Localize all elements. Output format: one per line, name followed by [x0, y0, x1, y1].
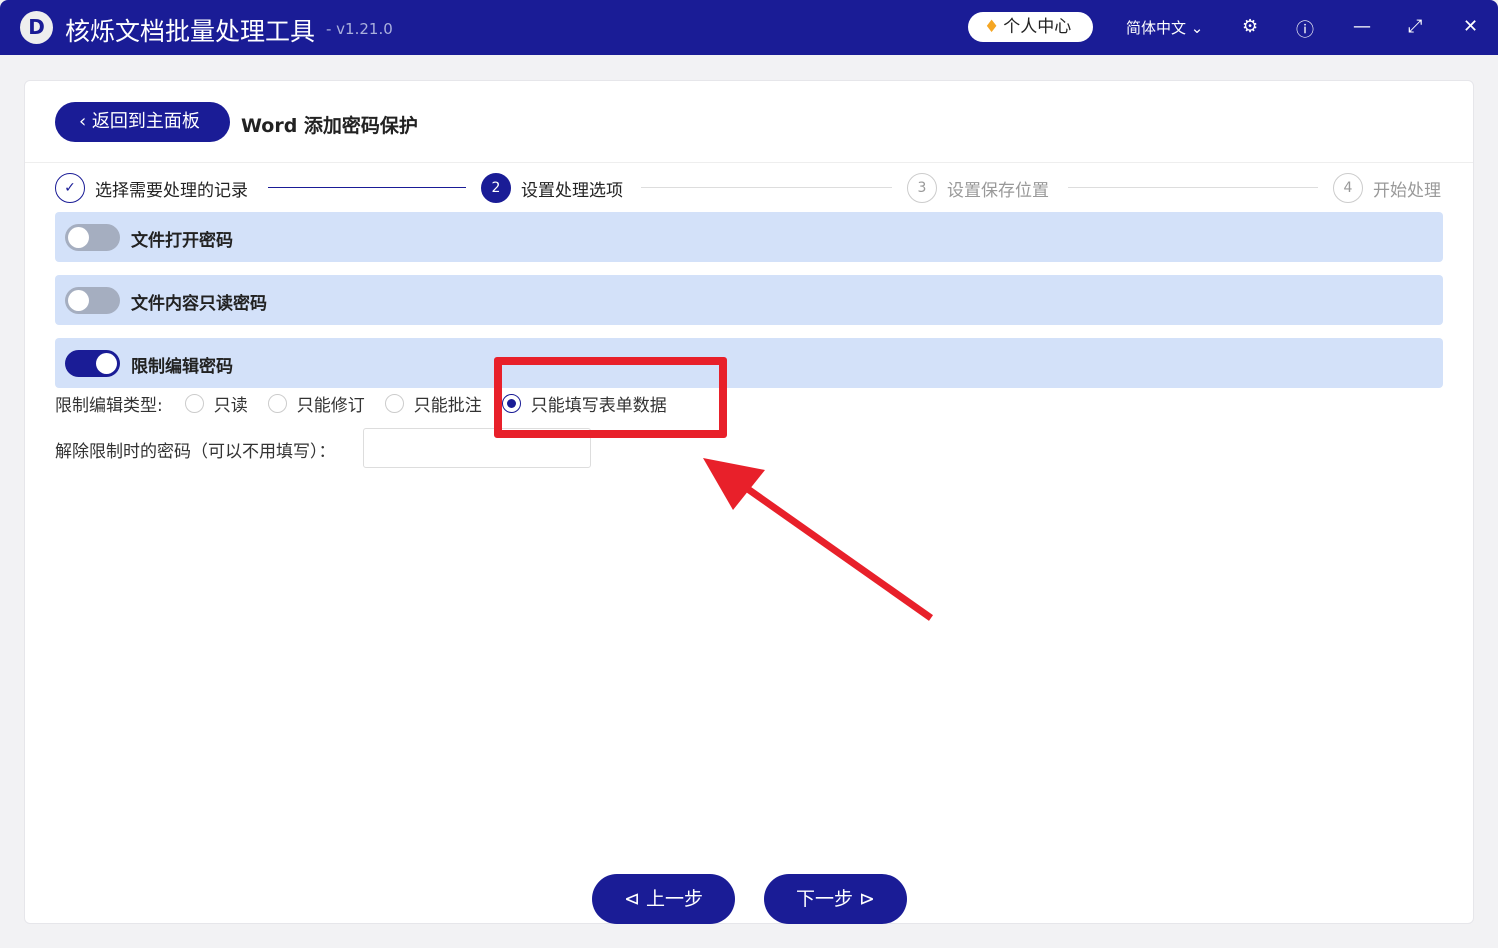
- language-label: 简体中文: [1126, 19, 1187, 37]
- radio-readonly[interactable]: [184, 394, 204, 413]
- prev-step-button[interactable]: ⊲ 上一步: [592, 874, 735, 924]
- user-center-button[interactable]: ♦ 个人中心: [968, 12, 1093, 42]
- step-2: 2 设置处理选项: [481, 173, 623, 203]
- restrict-edit-toggle[interactable]: [65, 350, 120, 377]
- check-icon: ✓: [55, 173, 85, 203]
- step-number: 3: [907, 173, 937, 203]
- diamond-icon: ♦: [984, 17, 1000, 37]
- step-1: ✓ 选择需要处理的记录: [55, 173, 248, 203]
- annotation-arrow: [703, 458, 934, 621]
- panel-readonly-password: 文件内容只读密码: [55, 275, 1443, 325]
- title-bar: D 核烁文档批量处理工具 - v1.21.0 ♦ 个人中心 简体中文 ⌄ ⚙ ⓘ …: [0, 0, 1498, 55]
- user-center-label: 个人中心: [1003, 17, 1072, 37]
- step-connector: [268, 187, 466, 188]
- panel-label: 限制编辑密码: [131, 357, 233, 377]
- panel-open-password: 文件打开密码: [55, 212, 1443, 262]
- language-select[interactable]: 简体中文 ⌄: [1126, 17, 1203, 38]
- option-label: 只能修订: [296, 396, 365, 416]
- step-number: 2: [481, 173, 511, 203]
- radio-revisions[interactable]: [267, 394, 287, 413]
- open-password-toggle[interactable]: [65, 224, 120, 251]
- maximize-icon[interactable]: ⤢: [1408, 16, 1422, 37]
- step-4: 4 开始处理: [1333, 173, 1441, 203]
- radio-comments[interactable]: [384, 394, 404, 413]
- chevron-left-icon: ‹: [79, 111, 92, 132]
- restrict-type-label: 限制编辑类型:: [55, 396, 163, 416]
- readonly-password-toggle[interactable]: [65, 287, 120, 314]
- step-label: 设置保存位置: [947, 180, 1049, 201]
- divider: [25, 162, 1473, 163]
- step-label: 选择需要处理的记录: [95, 180, 248, 201]
- app-title: 核烁文档批量处理工具: [65, 17, 316, 46]
- next-step-button[interactable]: 下一步 ⊳: [764, 874, 907, 924]
- help-icon[interactable]: ⓘ: [1296, 16, 1314, 42]
- step-3: 3 设置保存位置: [907, 173, 1049, 203]
- settings-icon[interactable]: ⚙: [1242, 16, 1258, 37]
- back-label: 返回到主面板: [91, 111, 200, 132]
- step-connector: [641, 187, 892, 188]
- app-version: - v1.21.0: [326, 20, 393, 38]
- panel-label: 文件打开密码: [131, 231, 233, 251]
- panel-restrict-edit: 限制编辑密码: [55, 338, 1443, 388]
- option-label: 只读: [213, 396, 248, 416]
- step-number: 4: [1333, 173, 1363, 203]
- close-icon[interactable]: ✕: [1463, 16, 1478, 37]
- step-label: 开始处理: [1373, 180, 1441, 201]
- next-label: 下一步: [796, 888, 854, 910]
- step-label: 设置处理选项: [521, 180, 623, 201]
- annotation-highlight-box: [494, 357, 727, 438]
- step-connector: [1068, 187, 1318, 188]
- minimize-icon[interactable]: —: [1353, 16, 1371, 37]
- chevron-left-circle-icon: ⊲: [624, 888, 646, 910]
- chevron-down-icon: ⌄: [1190, 19, 1204, 37]
- password-row: 解除限制时的密码（可以不用填写）：: [55, 437, 336, 462]
- page-title: Word 添加密码保护: [241, 115, 418, 137]
- panel-label: 文件内容只读密码: [131, 294, 267, 314]
- back-to-main-button[interactable]: ‹ 返回到主面板: [55, 102, 230, 142]
- option-label: 只能批注: [413, 396, 482, 416]
- chevron-right-circle-icon: ⊳: [853, 888, 875, 910]
- password-label: 解除限制时的密码（可以不用填写）：: [55, 442, 336, 462]
- app-logo: D: [20, 11, 53, 44]
- prev-label: 上一步: [645, 888, 703, 910]
